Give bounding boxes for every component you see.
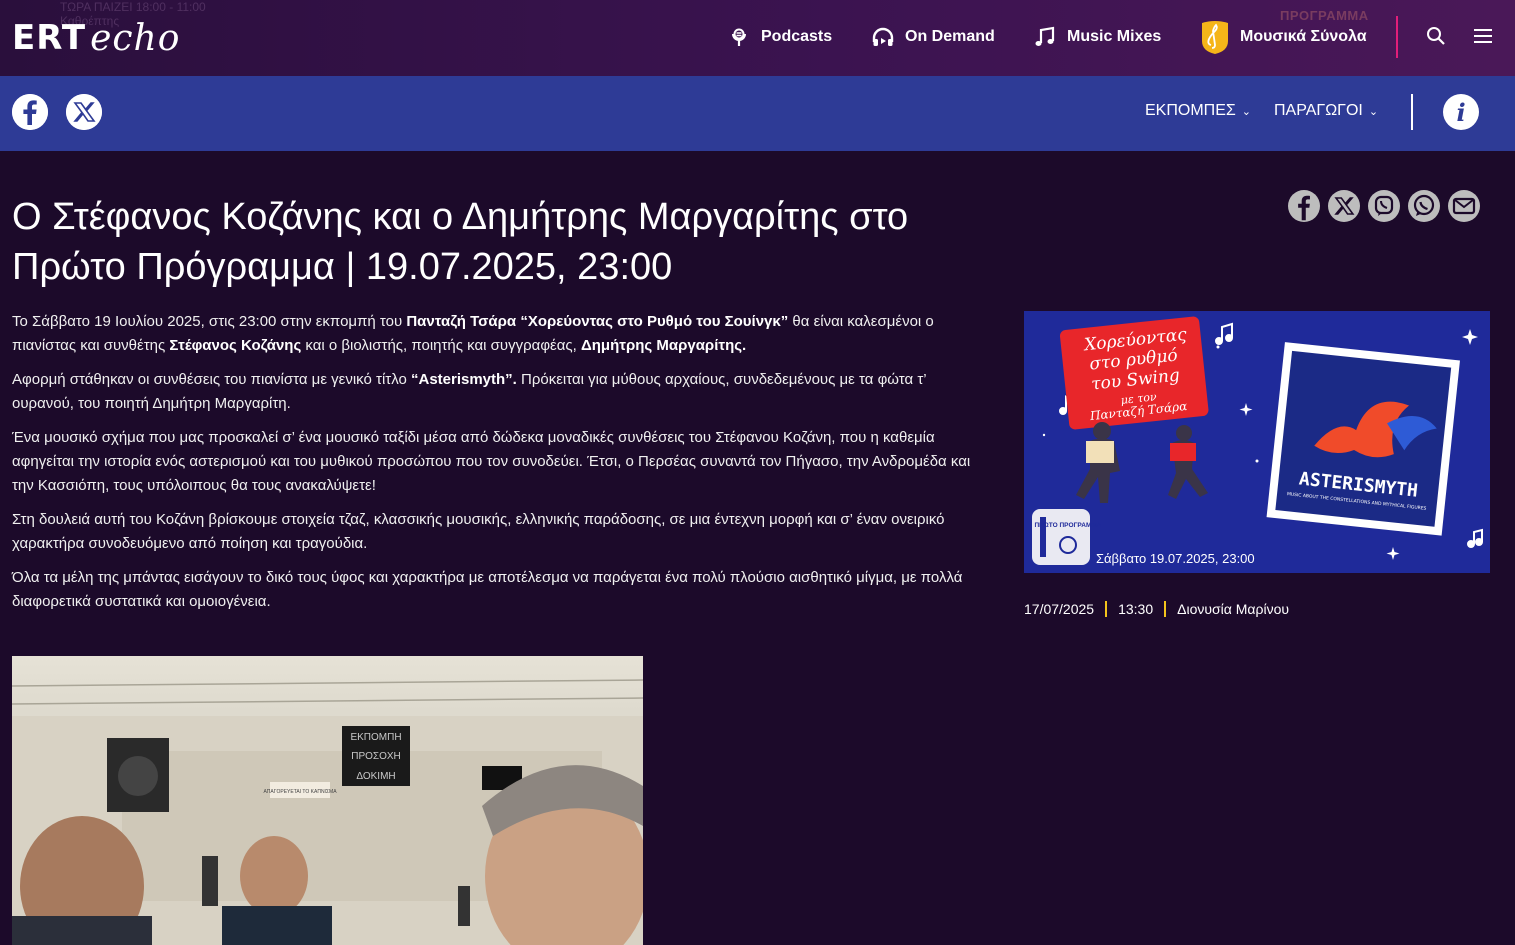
headphones-icon xyxy=(872,27,894,46)
share-viber-button[interactable] xyxy=(1368,190,1400,222)
whatsapp-icon xyxy=(1413,194,1435,216)
producers-dropdown-label: ΠΑΡΑΓΩΓΟΙ xyxy=(1274,102,1363,119)
music-note-icon xyxy=(1035,26,1055,46)
studio-photo-artwork: ΕΚΠΟΜΠΗ ΠΡΟΣΟΧΗ ΔΟΚΙΜΗ ΑΠΑΓΟΡΕΥΕΤΑΙ ΤΟ Κ… xyxy=(12,656,643,945)
x-twitter-button[interactable] xyxy=(66,94,102,130)
facebook-icon xyxy=(1298,195,1310,221)
article-paragraph: Αφορμή στάθηκαν οι συνθέσεις του πιανίστ… xyxy=(12,371,927,412)
share-facebook-button[interactable] xyxy=(1288,190,1320,222)
hamburger-menu-icon[interactable] xyxy=(1472,25,1494,47)
meta-separator xyxy=(1105,601,1108,617)
logo-ert-text: ERT xyxy=(12,18,87,58)
facebook-button[interactable] xyxy=(12,94,48,130)
secondary-nav-bar: ΕΚΠΟΜΠΕΣ ⌄ ΠΑΡΑΓΩΓΟΙ ⌄ i xyxy=(0,76,1515,151)
publish-time: 13:30 xyxy=(1118,601,1154,617)
x-twitter-icon xyxy=(66,94,102,130)
now-playing-line1: ΤΩΡΑ ΠΑΙΖΕΙ 18:00 - 11:00 xyxy=(60,0,206,14)
header-divider xyxy=(1396,16,1398,58)
studio-sign-2: ΠΡΟΣΟΧΗ xyxy=(351,751,401,762)
article-body: Το Σάββατο 19 Ιουλίου 2025, στις 23:00 σ… xyxy=(12,310,987,624)
viber-icon xyxy=(1374,195,1394,216)
program-ghost-label: ΠΡΟΓΡΑΜΜΑ xyxy=(1280,8,1369,23)
chevron-down-icon: ⌄ xyxy=(1368,105,1379,118)
podcast-icon xyxy=(732,28,746,46)
meta-separator xyxy=(1164,601,1167,617)
subnav-divider xyxy=(1411,94,1413,130)
studio-sign-1: ΕΚΠΟΜΠΗ xyxy=(350,732,401,743)
article-paragraph: Ένα μουσικό σχήμα που μας προσκαλεί σ’ έ… xyxy=(12,429,971,494)
nav-music-ensembles[interactable]: Μουσικά Σύνολα xyxy=(1200,21,1367,54)
share-email-button[interactable] xyxy=(1448,190,1480,222)
facebook-icon xyxy=(12,94,48,130)
article-paragraph: Όλα τα μέλη της μπάντας εισάγουν το δικό… xyxy=(12,569,963,610)
share-x-button[interactable] xyxy=(1328,190,1360,222)
studio-selfie-photo: ΕΚΠΟΜΠΗ ΠΡΟΣΟΧΗ ΔΟΚΙΜΗ ΑΠΑΓΟΡΕΥΕΤΑΙ ΤΟ Κ… xyxy=(12,656,643,945)
studio-notice: ΑΠΑΓΟΡΕΥΕΤΑΙ ΤΟ ΚΑΠΝΙΣΜΑ xyxy=(263,789,337,795)
promo-artwork: Χορεύοντας στο ρυθμό του Swing με τον Πα… xyxy=(1024,311,1490,573)
logo-echo-text: echo xyxy=(90,17,181,59)
share-whatsapp-button[interactable] xyxy=(1408,190,1440,222)
top-header: ΤΩΡΑ ΠΑΙΖΕΙ 18:00 - 11:00 Καθρέπτης ERT … xyxy=(0,0,1515,76)
article-paragraph: Το Σάββατο 19 Ιουλίου 2025, στις 23:00 σ… xyxy=(12,313,934,354)
shows-dropdown[interactable]: ΕΚΠΟΜΠΕΣ ⌄ xyxy=(1145,102,1251,120)
x-twitter-icon xyxy=(1334,197,1355,215)
article-meta: 17/07/2025 13:30 Διονυσία Μαρίνου xyxy=(1024,601,1289,617)
shows-dropdown-label: ΕΚΠΟΜΠΕΣ xyxy=(1145,102,1236,119)
nav-music-mixes[interactable]: Music Mixes xyxy=(1033,22,1161,52)
chevron-down-icon: ⌄ xyxy=(1241,105,1252,118)
share-buttons xyxy=(1288,190,1480,222)
info-icon[interactable]: i xyxy=(1443,94,1479,130)
nav-podcasts-label: Podcasts xyxy=(761,28,833,45)
show-promo-image: Χορεύοντας στο ρυθμό του Swing με τον Πα… xyxy=(1024,311,1490,573)
article-paragraph: Στη δουλειά αυτή του Κοζάνη βρίσκουμε στ… xyxy=(12,511,945,552)
publish-date: 17/07/2025 xyxy=(1024,601,1095,617)
nav-on-demand-label: On Demand xyxy=(905,28,995,45)
nav-podcasts[interactable]: Podcasts xyxy=(727,22,832,52)
nav-on-demand[interactable]: On Demand xyxy=(871,22,995,52)
nav-music-mixes-label: Music Mixes xyxy=(1067,28,1162,45)
promo-station-label: ΠΡΩΤΟ ΠΡΟΓΡΑΜΜΑ xyxy=(1034,522,1101,529)
producers-dropdown[interactable]: ΠΑΡΑΓΩΓΟΙ ⌄ xyxy=(1274,102,1378,120)
article-title: Ο Στέφανος Κοζάνης και ο Δημήτρης Μαργαρ… xyxy=(12,196,909,288)
ert-echo-logo[interactable]: ERT echo xyxy=(12,17,181,59)
ensembles-icon xyxy=(1202,21,1228,54)
author-name[interactable]: Διονυσία Μαρίνου xyxy=(1177,601,1289,617)
search-icon[interactable] xyxy=(1424,24,1448,48)
studio-sign-3: ΔΟΚΙΜΗ xyxy=(356,771,395,782)
promo-date-line: Σάββατο 19.07.2025, 23:00 xyxy=(1096,551,1255,566)
nav-music-ensembles-label: Μουσικά Σύνολα xyxy=(1240,28,1367,45)
email-icon xyxy=(1452,197,1476,215)
